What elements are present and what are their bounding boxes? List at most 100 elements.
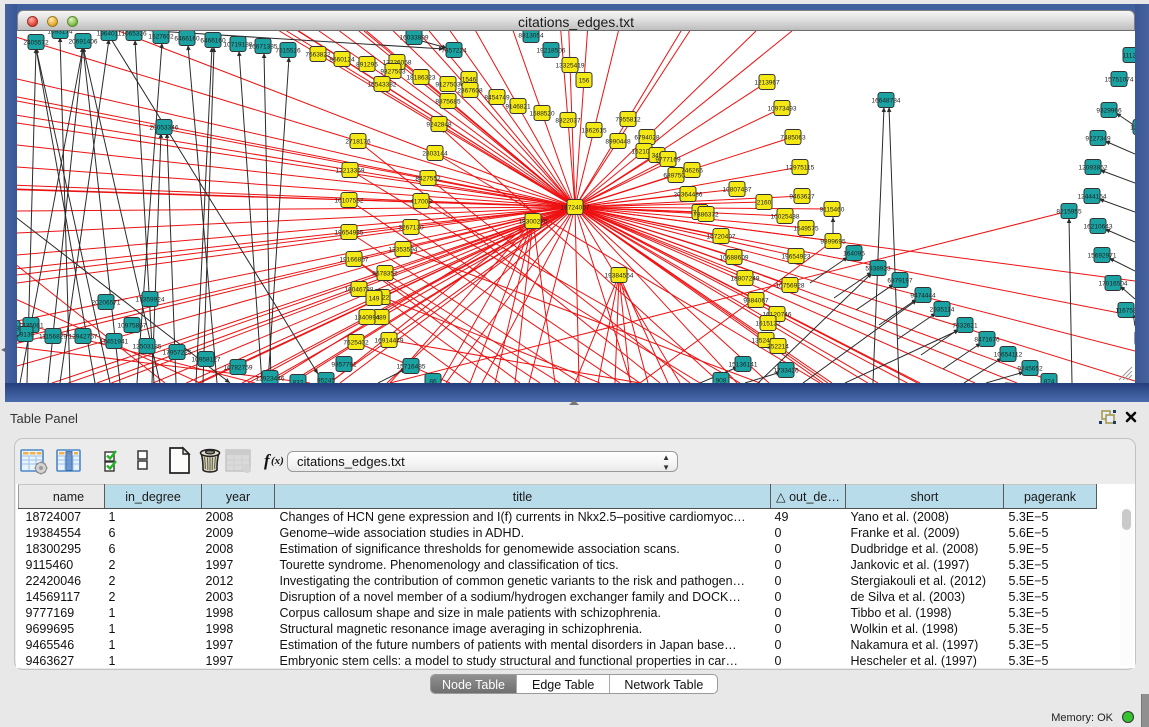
svg-text:10756928: 10756928 — [776, 282, 805, 289]
svg-text:18724007: 18724007 — [561, 204, 590, 211]
svg-text:11451941: 11451941 — [100, 338, 129, 345]
svg-text:19384554: 19384554 — [605, 272, 634, 279]
svg-text:7515526: 7515526 — [275, 47, 301, 54]
svg-text:1588520: 1588520 — [529, 110, 555, 117]
svg-text:9327503: 9327503 — [380, 68, 406, 75]
svg-text:9884067: 9884067 — [743, 297, 769, 304]
svg-text:9245652: 9245652 — [1017, 365, 1043, 372]
svg-text:7357224: 7357224 — [441, 47, 467, 54]
svg-text:15720407: 15720407 — [707, 233, 736, 240]
svg-text:2803144: 2803144 — [422, 150, 448, 157]
svg-text:15136141: 15136141 — [729, 361, 758, 368]
svg-text:417008: 417008 — [410, 198, 432, 205]
svg-text:12444154: 12444154 — [1078, 193, 1107, 200]
svg-text:16782759: 16782759 — [224, 364, 253, 371]
svg-text:9313: 9313 — [17, 325, 20, 332]
svg-text:16210643: 16210643 — [1084, 223, 1113, 230]
svg-text:15716485: 15716485 — [397, 363, 426, 370]
svg-text:8471676: 8471676 — [974, 336, 1000, 343]
svg-text:19654923: 19654923 — [782, 253, 811, 260]
svg-text:1093174: 1093174 — [47, 31, 73, 35]
svg-text:12353594: 12353594 — [389, 246, 418, 253]
svg-text:8215955: 8215955 — [1056, 208, 1082, 215]
svg-text:7955812: 7955812 — [615, 116, 641, 123]
svg-text:13325419: 13325419 — [556, 62, 585, 69]
svg-text:19166857: 19166857 — [340, 256, 369, 263]
svg-text:12213369: 12213369 — [336, 167, 365, 174]
svg-text:12923446: 12923446 — [256, 375, 285, 382]
svg-text:2367608: 2367608 — [457, 87, 483, 94]
svg-text:1964011: 1964011 — [97, 31, 122, 37]
svg-text:7625402: 7625402 — [343, 339, 369, 346]
svg-text:12975115: 12975115 — [786, 164, 815, 171]
svg-text:122745: 122745 — [1130, 124, 1135, 131]
svg-text:95245: 95245 — [317, 377, 335, 383]
svg-text:8990448: 8990448 — [605, 138, 631, 145]
svg-text:9777169: 9777169 — [655, 156, 681, 163]
svg-text:9115460: 9115460 — [820, 206, 845, 213]
svg-text:17359924: 17359924 — [136, 296, 165, 303]
svg-text:16543382: 16543382 — [368, 81, 397, 88]
svg-text:20364486: 20364486 — [674, 191, 703, 198]
svg-text:2935114: 2935114 — [930, 306, 955, 313]
svg-text:164095: 164095 — [843, 250, 865, 257]
svg-text:1615132: 1615132 — [755, 320, 781, 327]
svg-text:10688609: 10688609 — [720, 254, 749, 261]
svg-text:3267130: 3267130 — [398, 224, 424, 231]
svg-text:10807487: 10807487 — [723, 186, 752, 193]
svg-text:1213967: 1213967 — [754, 79, 780, 86]
svg-text:16914479: 16914479 — [375, 337, 404, 344]
svg-text:9329966: 9329966 — [1096, 107, 1122, 114]
svg-text:2405572: 2405572 — [23, 39, 49, 46]
svg-text:12942757: 12942757 — [69, 333, 98, 340]
svg-text:86: 86 — [429, 378, 437, 383]
svg-text:6466160: 6466160 — [200, 37, 226, 44]
svg-text:6466160: 6466160 — [174, 35, 200, 42]
svg-text:10654112: 10654112 — [994, 351, 1023, 358]
svg-text:20691406: 20691406 — [69, 38, 98, 45]
svg-text:832: 832 — [293, 379, 304, 383]
svg-text:17957225: 17957225 — [163, 349, 192, 356]
svg-text:8322037: 8322037 — [555, 117, 581, 124]
svg-text:19218506: 19218506 — [537, 47, 566, 54]
svg-text:20206571: 20206571 — [92, 299, 121, 306]
svg-text:12093852: 12093852 — [1079, 164, 1108, 171]
svg-text:16671385: 16671385 — [249, 43, 278, 50]
svg-text:891295: 891295 — [356, 61, 378, 68]
svg-text:8875685: 8875685 — [435, 98, 461, 105]
svg-text:7485063: 7485063 — [780, 134, 806, 141]
svg-text:1549575: 1549575 — [793, 225, 819, 232]
svg-text:(x): (x) — [271, 455, 284, 467]
svg-text:9857791: 9857791 — [331, 361, 357, 368]
svg-text:16033809: 16033809 — [400, 34, 429, 41]
svg-text:9474444: 9474444 — [910, 292, 936, 299]
svg-text:2718176: 2718176 — [345, 138, 371, 145]
svg-text:9146821: 9146821 — [505, 103, 531, 110]
svg-text:16648784: 16648784 — [872, 97, 901, 104]
svg-text:7632621: 7632621 — [952, 322, 978, 329]
svg-text:18186323: 18186323 — [407, 74, 436, 81]
svg-text:9227349: 9227349 — [1085, 135, 1111, 142]
svg-text:11156829: 11156829 — [39, 333, 67, 340]
svg-text:19654985: 19654985 — [335, 229, 364, 236]
svg-text:8660124: 8660124 — [329, 56, 355, 63]
svg-text:10025438: 10025438 — [771, 213, 800, 220]
svg-text:15751074: 15751074 — [1105, 76, 1134, 83]
svg-text:18807249: 18807249 — [731, 275, 760, 282]
svg-text:6794028: 6794028 — [634, 134, 660, 141]
svg-text:9463627: 9463627 — [789, 193, 815, 200]
svg-text:116753: 116753 — [1115, 307, 1135, 314]
svg-text:15692971: 15692971 — [1088, 252, 1117, 259]
svg-text:11123: 11123 — [1122, 52, 1135, 59]
svg-text:746266: 746266 — [681, 167, 703, 174]
svg-text:8813054: 8813054 — [518, 32, 544, 39]
svg-text:20053346: 20053346 — [150, 124, 179, 131]
svg-text:6879197: 6879197 — [887, 277, 913, 284]
svg-text:9899695: 9899695 — [820, 238, 846, 245]
svg-text:12503185: 12503185 — [133, 343, 162, 350]
svg-text:8678352: 8678352 — [372, 270, 398, 277]
svg-text:7386372: 7386372 — [693, 211, 719, 218]
svg-text:5938923: 5938923 — [865, 265, 891, 272]
svg-text:824: 824 — [1044, 378, 1055, 383]
svg-text:156: 156 — [579, 77, 590, 84]
